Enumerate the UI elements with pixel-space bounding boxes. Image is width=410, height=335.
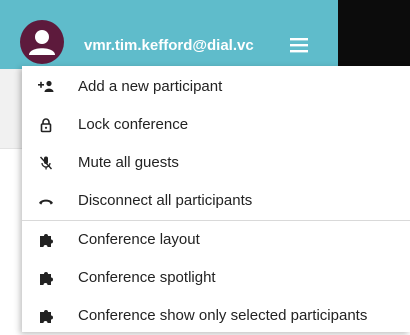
app-header: vmr.tim.kefford@dial.vc: [0, 0, 338, 69]
menu-item-label: Conference layout: [78, 231, 200, 248]
user-email: vmr.tim.kefford@dial.vc: [84, 37, 254, 54]
menu-item-add-participant[interactable]: Add a new participant: [22, 68, 410, 106]
hamburger-menu-icon: [290, 38, 308, 53]
menu-item-label: Mute all guests: [78, 154, 179, 171]
puzzle-icon: [40, 234, 53, 247]
user-avatar[interactable]: [20, 20, 64, 64]
puzzle-icon: [40, 310, 53, 323]
hamburger-menu-button[interactable]: [288, 34, 312, 56]
mute-icon: [39, 156, 53, 170]
menu-item-mute-guests[interactable]: Mute all guests: [22, 144, 410, 182]
menu-item-disconnect-all[interactable]: Disconnect all participants: [22, 182, 410, 220]
hang-up-icon: [39, 199, 53, 205]
add-person-icon: [38, 80, 54, 92]
menu-item-lock-conference[interactable]: Lock conference: [22, 106, 410, 144]
person-icon: [29, 30, 55, 55]
menu-item-label: Conference show only selected participan…: [78, 307, 368, 324]
video-preview: [338, 0, 410, 69]
menu-item-label: Add a new participant: [78, 78, 223, 95]
menu-item-show-selected-participants[interactable]: Conference show only selected participan…: [22, 297, 410, 335]
menu-item-conference-spotlight[interactable]: Conference spotlight: [22, 259, 410, 297]
menu-item-label: Lock conference: [78, 116, 189, 133]
menu-item-label: Conference spotlight: [78, 269, 216, 286]
menu-item-label: Disconnect all participants: [78, 192, 253, 209]
conference-menu: Add a new participant Lock conference Mu…: [22, 66, 410, 332]
menu-item-conference-layout[interactable]: Conference layout: [22, 221, 410, 259]
lock-icon: [40, 118, 52, 133]
puzzle-icon: [40, 272, 53, 285]
